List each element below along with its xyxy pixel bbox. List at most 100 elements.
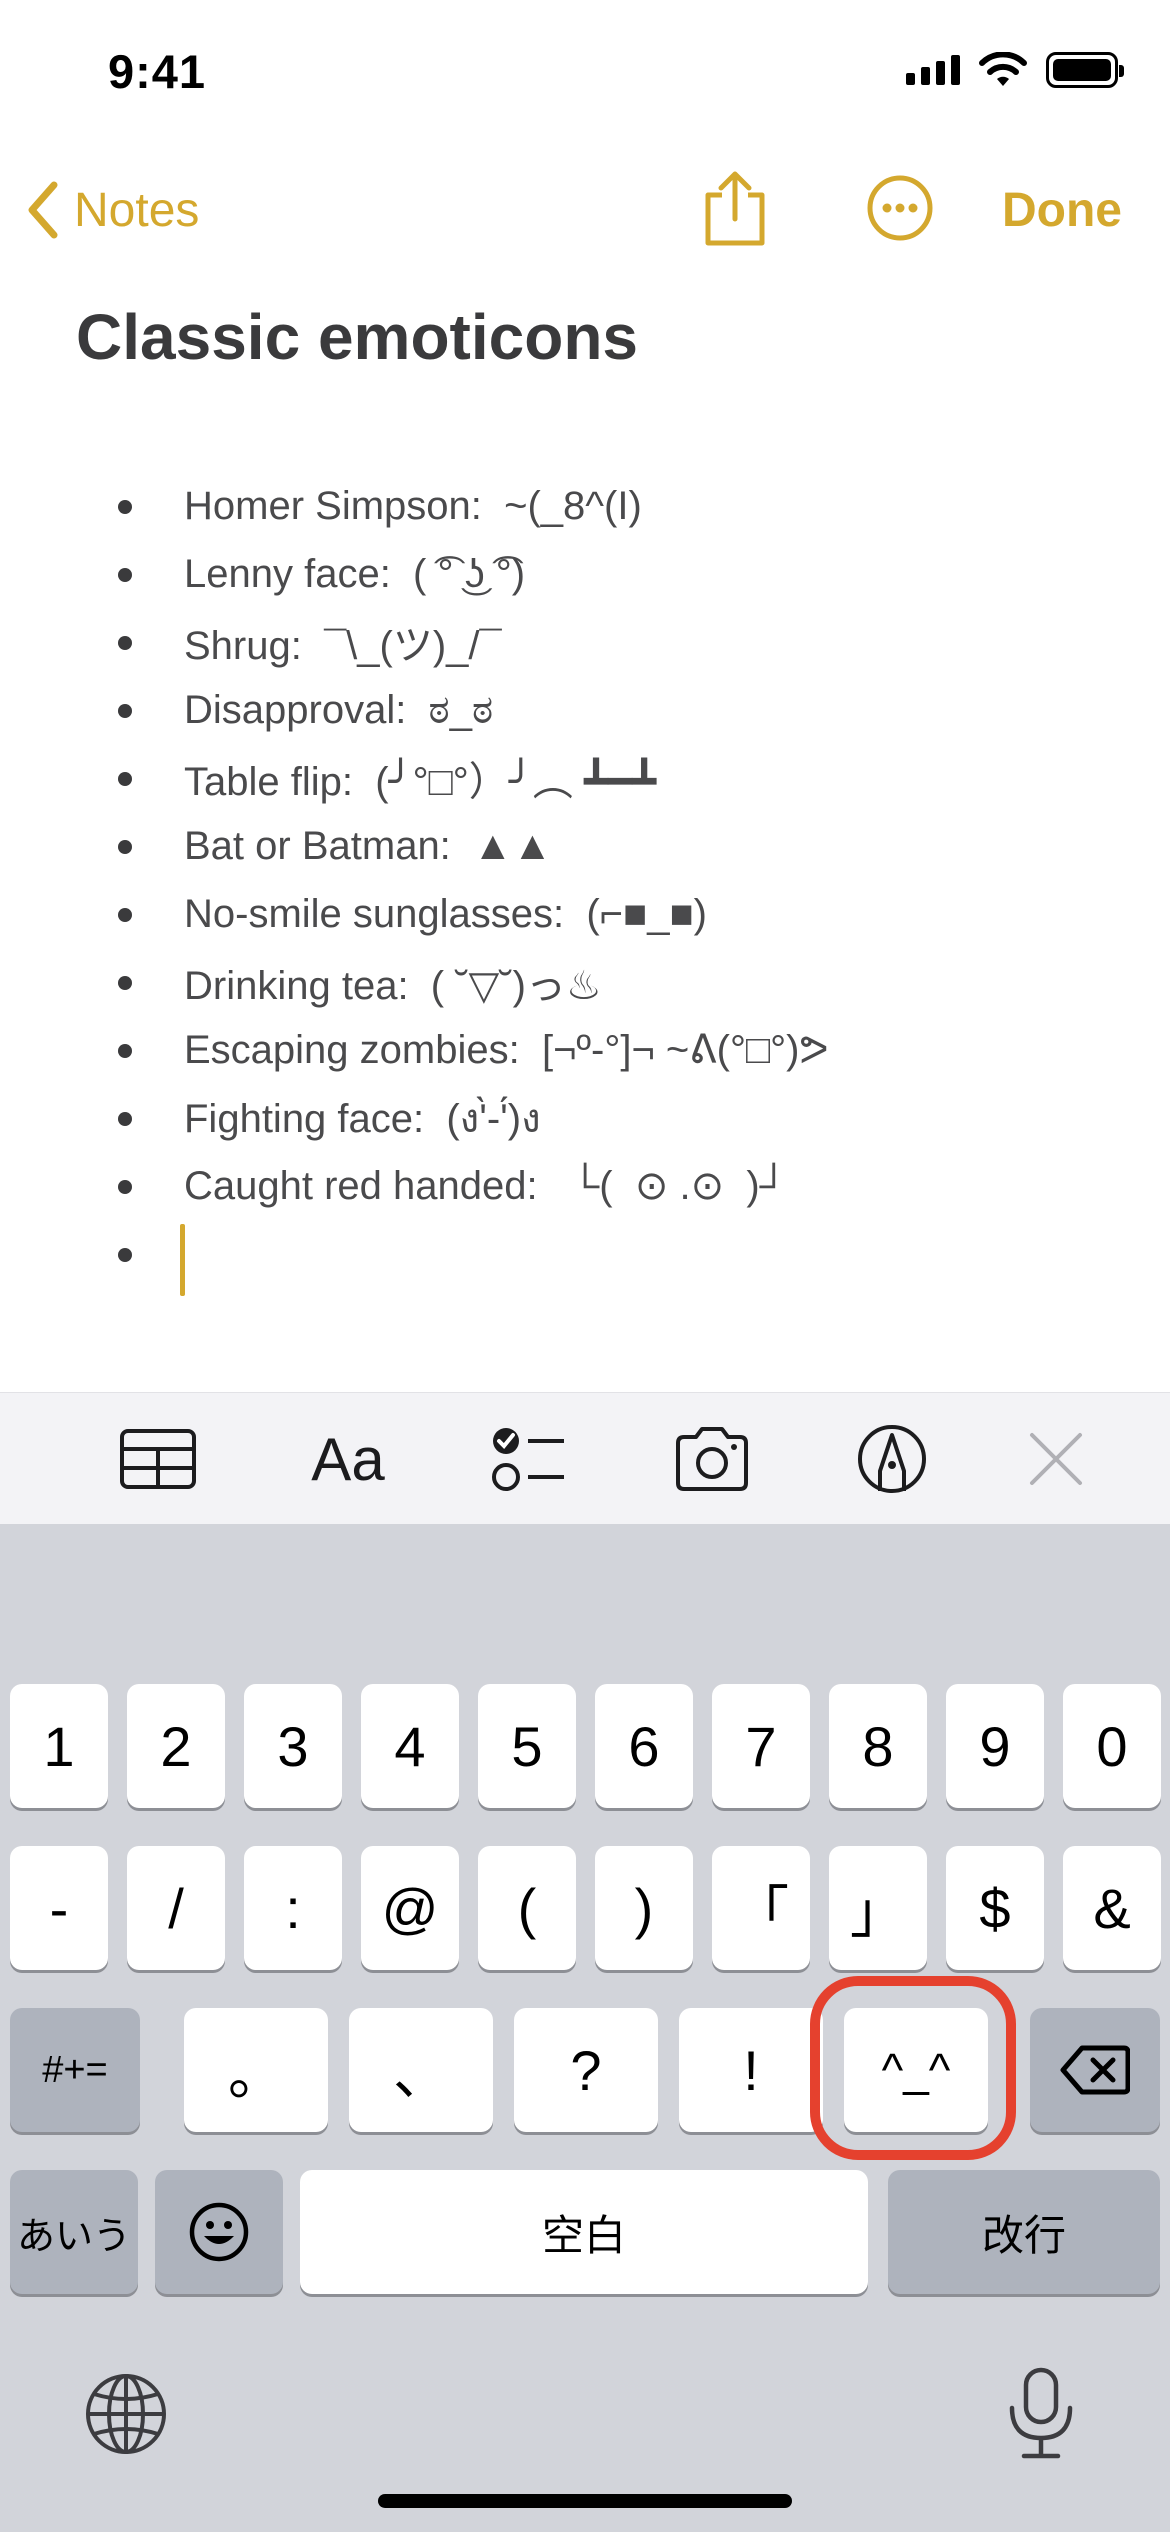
key-close-bracket[interactable]: 」 — [829, 1846, 927, 1970]
bullet — [118, 1248, 132, 1262]
bullet — [118, 976, 132, 990]
key-9[interactable]: 9 — [946, 1684, 1044, 1808]
key-6[interactable]: 6 — [595, 1684, 693, 1808]
markup-icon[interactable] — [852, 1421, 932, 1497]
list-item[interactable]: Escaping zombies: [¬º-°]¬ ~ᕕ(°□°)ᕗ — [0, 1016, 1170, 1084]
table-icon[interactable] — [118, 1421, 198, 1497]
list-item[interactable]: Shrug: ¯\_(ツ)_/¯ — [0, 608, 1170, 676]
battery-icon — [1046, 52, 1124, 88]
key-label: 、 — [393, 2042, 449, 2106]
done-button[interactable]: Done — [1002, 165, 1122, 255]
key-label: : — [285, 1876, 301, 1940]
back-label: Notes — [74, 183, 200, 237]
key-label: 1 — [43, 1714, 75, 1778]
space-key[interactable]: 空白 — [300, 2170, 868, 2294]
key-label: 8 — [862, 1714, 894, 1778]
emoji-icon — [189, 2202, 249, 2262]
list-item[interactable]: No-smile sunglasses: (⌐■_■) — [0, 880, 1170, 948]
key-label: 9 — [979, 1714, 1011, 1778]
status-bar: 9:41 — [0, 0, 1170, 150]
bullet — [118, 1180, 132, 1194]
symbols-shift-key[interactable]: #+= — [10, 2008, 140, 2132]
key-ampersand[interactable]: & — [1063, 1846, 1161, 1970]
key-label: 4 — [394, 1714, 426, 1778]
more-icon[interactable] — [866, 174, 934, 242]
key-colon[interactable]: : — [244, 1846, 342, 1970]
text-cursor — [180, 1224, 185, 1296]
key-label: - — [49, 1876, 69, 1940]
checklist-icon[interactable] — [488, 1421, 568, 1497]
home-indicator[interactable] — [378, 2494, 792, 2508]
key-label: 。 — [228, 2042, 284, 2106]
status-time: 9:41 — [108, 45, 207, 98]
key-period-jp[interactable]: 。 — [184, 2008, 328, 2132]
key-label: ! — [743, 2038, 759, 2102]
text-format-icon: Aa — [311, 1425, 385, 1493]
note-list[interactable]: Homer Simpson: ~(_8^(I) Lenny face: ( ͡°… — [0, 472, 1170, 1296]
key-5[interactable]: 5 — [478, 1684, 576, 1808]
list-item-text: Homer Simpson: ~(_8^(I) — [184, 483, 642, 528]
key-close-paren[interactable]: ) — [595, 1846, 693, 1970]
key-0[interactable]: 0 — [1063, 1684, 1161, 1808]
list-item-text: Fighting face: (ง'̀-'́)ง — [184, 1097, 541, 1141]
close-icon[interactable] — [1016, 1421, 1096, 1497]
return-key[interactable]: 改行 — [888, 2170, 1160, 2294]
list-item[interactable]: Disapproval: ಠ_ಠ — [0, 676, 1170, 744]
key-label: 空白 — [541, 2211, 626, 2259]
status-icons — [906, 52, 1124, 88]
key-7[interactable]: 7 — [712, 1684, 810, 1808]
camera-icon[interactable] — [672, 1421, 752, 1497]
chevron-left-icon — [28, 181, 58, 239]
key-label: ) — [634, 1876, 654, 1940]
list-item-text: No-smile sunglasses: (⌐■_■) — [184, 891, 707, 936]
key-slash[interactable]: / — [127, 1846, 225, 1970]
bullet — [118, 636, 132, 650]
list-item-text: Caught red handed: └( ⊙ .⊙ )┘ — [184, 1164, 788, 1208]
list-item-empty[interactable] — [0, 1220, 1170, 1296]
microphone-icon[interactable] — [1002, 2366, 1080, 2462]
list-item[interactable]: Drinking tea: ( ˘▽˘)っ♨ — [0, 948, 1170, 1016]
key-exclamation[interactable]: ! — [679, 2008, 823, 2132]
key-question[interactable]: ? — [514, 2008, 658, 2132]
key-label: 「 — [733, 1880, 789, 1944]
list-item[interactable]: Lenny face: ( ͡° ͜ʖ ͡°) — [0, 540, 1170, 608]
list-item-text: Table flip: (╯°□°）╯︵ ┻━┻ — [184, 760, 657, 804]
key-open-paren[interactable]: ( — [478, 1846, 576, 1970]
list-item[interactable]: Homer Simpson: ~(_8^(I) — [0, 472, 1170, 540]
key-open-bracket[interactable]: 「 — [712, 1846, 810, 1970]
note-title: Classic emoticons — [76, 301, 638, 373]
list-item[interactable]: Fighting face: (ง'̀-'́)ง — [0, 1084, 1170, 1152]
globe-icon[interactable] — [84, 2372, 168, 2456]
wifi-icon — [979, 52, 1027, 86]
key-dollar[interactable]: $ — [946, 1846, 1044, 1970]
nav-bar: Notes Done — [0, 165, 1170, 255]
bullet — [118, 908, 132, 922]
input-mode-key[interactable]: あいう — [10, 2170, 138, 2294]
text-format-button[interactable]: Aa — [300, 1421, 396, 1497]
share-icon[interactable] — [700, 169, 770, 249]
emoji-key[interactable] — [155, 2170, 283, 2294]
key-label: ( — [517, 1876, 537, 1940]
key-label: $ — [979, 1876, 1011, 1940]
list-item[interactable]: Table flip: (╯°□°）╯︵ ┻━┻ — [0, 744, 1170, 812]
back-button[interactable]: Notes — [26, 165, 199, 255]
key-3[interactable]: 3 — [244, 1684, 342, 1808]
key-hyphen[interactable]: - — [10, 1846, 108, 1970]
signal-icon — [906, 55, 960, 85]
list-item-text: Disapproval: ಠ_ಠ — [184, 687, 494, 732]
list-item[interactable]: Caught red handed: └( ⊙ .⊙ )┘ — [0, 1152, 1170, 1220]
key-4[interactable]: 4 — [361, 1684, 459, 1808]
list-item[interactable]: Bat or Batman: ▲▲ — [0, 812, 1170, 880]
key-at[interactable]: @ — [361, 1846, 459, 1970]
key-8[interactable]: 8 — [829, 1684, 927, 1808]
delete-icon — [1060, 2045, 1130, 2095]
key-label: 」 — [850, 1880, 906, 1944]
emoticon-key[interactable]: ^_^ — [844, 2008, 988, 2132]
key-2[interactable]: 2 — [127, 1684, 225, 1808]
bullet — [118, 568, 132, 582]
delete-key[interactable] — [1030, 2008, 1160, 2132]
key-label: @ — [381, 1876, 439, 1940]
key-1[interactable]: 1 — [10, 1684, 108, 1808]
key-label: 3 — [277, 1714, 309, 1778]
key-comma-jp[interactable]: 、 — [349, 2008, 493, 2132]
